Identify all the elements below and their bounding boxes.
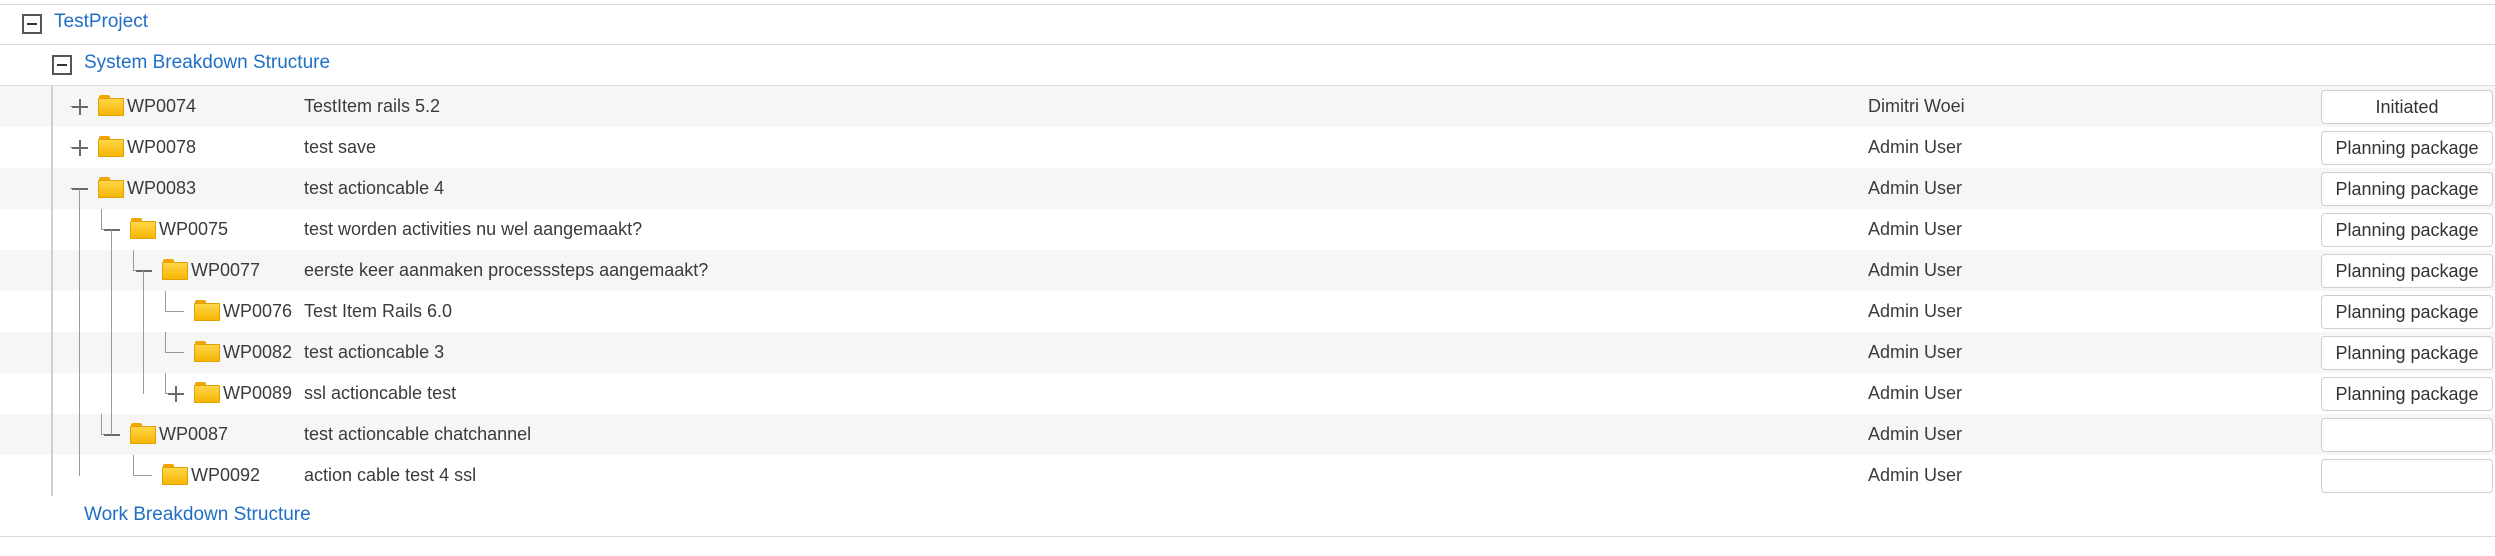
wp-id-link[interactable]: WP0077 <box>191 250 260 291</box>
root-divider <box>0 44 2495 45</box>
tree-connector <box>101 209 102 230</box>
wp-owner: Admin User <box>1868 342 1963 362</box>
expand-toggle-icon[interactable] <box>72 99 88 115</box>
wp-id-link[interactable]: WP0087 <box>159 414 228 455</box>
folder-icon <box>130 218 156 239</box>
status-button[interactable]: Planning package <box>2321 131 2493 165</box>
tree-row[interactable]: WP0089 ssl actioncable test Admin User Plan… <box>0 373 2495 414</box>
collapse-toggle-icon[interactable] <box>72 181 88 197</box>
wp-owner: Admin User <box>1868 260 1963 280</box>
status-button[interactable] <box>2321 418 2493 452</box>
wp-owner: Admin User <box>1868 424 1963 444</box>
tree-connector <box>133 455 134 476</box>
tree-connector <box>165 332 166 353</box>
wp-id-link[interactable]: WP0083 <box>127 168 196 209</box>
system-breakdown-structure-link[interactable]: System Breakdown Structure <box>84 52 330 74</box>
tree-connector <box>165 291 166 312</box>
wp-name: test worden activities nu wel aangemaakt… <box>304 219 643 239</box>
tree-guide-line <box>79 189 80 476</box>
wp-id-link[interactable]: WP0076 <box>223 291 292 332</box>
collapse-toggle-icon[interactable] <box>104 222 120 238</box>
tree-connector <box>165 373 166 394</box>
status-button[interactable] <box>2321 459 2493 493</box>
wp-id-link[interactable]: WP0089 <box>223 373 292 414</box>
status-button[interactable]: Planning package <box>2321 377 2493 411</box>
wp-owner: Admin User <box>1868 301 1963 321</box>
tree-row[interactable]: WP0075 test worden activities nu wel aang… <box>0 209 2495 250</box>
wp-id-link[interactable]: WP0078 <box>127 127 196 168</box>
collapse-toggle-icon[interactable] <box>136 263 152 279</box>
folder-icon <box>98 136 124 157</box>
collapse-toggle-icon[interactable] <box>52 55 72 75</box>
tree-row[interactable]: WP0076 Test Item Rails 6.0 Admin User Plann… <box>0 291 2495 332</box>
wp-name: action cable test 4 ssl <box>304 465 477 485</box>
tree-row[interactable]: WP0078 test save Admin User Planning packag… <box>0 127 2495 168</box>
top-divider <box>0 4 2495 5</box>
status-button[interactable]: Planning package <box>2321 213 2493 247</box>
folder-icon <box>130 423 156 444</box>
wp-id-link[interactable]: WP0092 <box>191 455 260 496</box>
folder-icon <box>194 382 220 403</box>
wp-id-link[interactable]: WP0082 <box>223 332 292 373</box>
wp-name: TestItem rails 5.2 <box>304 96 441 116</box>
wp-name: test save <box>304 137 377 157</box>
status-button[interactable]: Planning package <box>2321 172 2493 206</box>
wp-name: test actioncable 3 <box>304 342 445 362</box>
tree-row[interactable]: WP0077 eerste keer aanmaken processsteps … <box>0 250 2495 291</box>
folder-icon <box>162 259 188 280</box>
wp-owner: Admin User <box>1868 219 1963 239</box>
folder-icon <box>98 95 124 116</box>
status-button[interactable]: Planning package <box>2321 254 2493 288</box>
wp-id-link[interactable]: WP0075 <box>159 209 228 250</box>
tree-row[interactable]: WP0083 test actioncable 4 Admin User Planni… <box>0 168 2495 209</box>
tree-row[interactable]: WP0074 TestItem rails 5.2 Dimitri Woei Init… <box>0 86 2495 127</box>
wp-name: eerste keer aanmaken processsteps aangem… <box>304 260 709 280</box>
folder-icon <box>194 341 220 362</box>
status-button[interactable]: Initiated <box>2321 90 2493 124</box>
tree-row[interactable]: WP0092 action cable test 4 ssl Admin User <box>0 455 2495 496</box>
wp-name: test actioncable chatchannel <box>304 424 532 444</box>
wp-name: test actioncable 4 <box>304 178 445 198</box>
status-button[interactable]: Planning package <box>2321 336 2493 370</box>
wp-name: ssl actioncable test <box>304 383 457 403</box>
wp-owner: Admin User <box>1868 383 1963 403</box>
wp-owner: Admin User <box>1868 465 1963 485</box>
tree-guide-line <box>111 230 112 435</box>
expand-toggle-icon[interactable] <box>72 140 88 156</box>
tree-row[interactable]: WP0082 test actioncable 3 Admin User Planni… <box>0 332 2495 373</box>
wp-owner: Admin User <box>1868 178 1963 198</box>
tree-connector <box>133 250 134 271</box>
tree-connector <box>166 311 184 312</box>
work-breakdown-structure-link[interactable]: Work Breakdown Structure <box>84 504 311 526</box>
wp-owner: Dimitri Woei <box>1868 96 1965 116</box>
project-root-link[interactable]: TestProject <box>54 11 148 33</box>
wp-id-link[interactable]: WP0074 <box>127 86 196 127</box>
tree-guide-line <box>143 271 144 394</box>
tree-row[interactable]: WP0087 test actioncable chatchannel Admin … <box>0 414 2495 455</box>
folder-icon <box>162 464 188 485</box>
collapse-toggle-icon[interactable] <box>104 427 120 443</box>
tree-connector <box>134 475 152 476</box>
bottom-divider <box>0 536 2495 537</box>
tree-connector <box>101 414 102 435</box>
tree-guide-line <box>51 86 53 496</box>
folder-icon <box>98 177 124 198</box>
status-button[interactable]: Planning package <box>2321 295 2493 329</box>
wp-owner: Admin User <box>1868 137 1963 157</box>
folder-icon <box>194 300 220 321</box>
wp-name: Test Item Rails 6.0 <box>304 301 453 321</box>
tree-connector <box>166 352 184 353</box>
expand-toggle-icon[interactable] <box>168 386 184 402</box>
collapse-toggle-icon[interactable] <box>22 14 42 34</box>
